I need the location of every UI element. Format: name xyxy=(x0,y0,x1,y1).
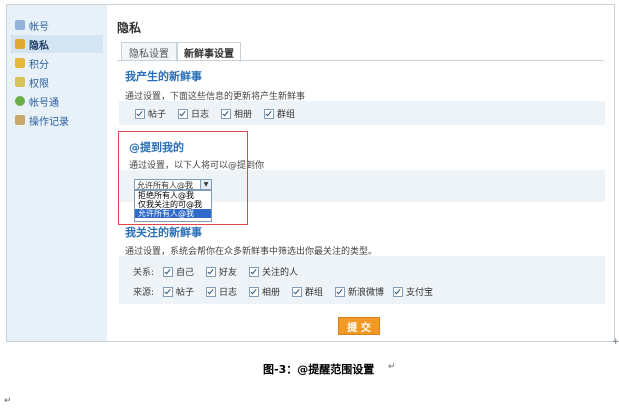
relation-label: 关系: xyxy=(133,268,155,278)
checkbox-box[interactable] xyxy=(221,108,231,119)
checkbox-source-journal[interactable]: 日志 xyxy=(206,285,237,298)
checkbox-label: 关注的人 xyxy=(262,268,299,278)
sidebar-item-permissions[interactable]: 权限 xyxy=(11,73,103,91)
lock-icon xyxy=(15,39,25,49)
paragraph-mark-icon: ↵ xyxy=(388,362,396,372)
checkbox-source-alipay[interactable]: 支付宝 xyxy=(393,285,433,298)
table-end-mark-icon: + xyxy=(612,337,619,347)
checkbox-label: 帖子 xyxy=(176,288,195,298)
checkbox-source-post[interactable]: 帖子 xyxy=(163,285,194,298)
checkbox-box[interactable] xyxy=(206,266,216,277)
checkbox-friends[interactable]: 好友 xyxy=(206,265,237,278)
section-title-mine: 我产生的新鲜事 xyxy=(125,70,202,83)
dropdown-option-reject-all[interactable]: 拒绝所有人@我 xyxy=(135,191,211,200)
sidebar-item-label: 帐号 xyxy=(29,21,49,33)
paragraph-mark-icon: ↵ xyxy=(4,396,12,406)
tab-privacy-settings[interactable]: 隐私设置 xyxy=(121,42,177,61)
sidebar-item-account-link[interactable]: 帐号通 xyxy=(11,92,103,110)
checkbox-label: 好友 xyxy=(219,268,238,278)
checkbox-label: 自己 xyxy=(176,268,195,278)
checkbox-source-album[interactable]: 相册 xyxy=(249,285,280,298)
checkbox-box[interactable] xyxy=(135,108,145,119)
sidebar-item-label: 权限 xyxy=(29,78,49,90)
page-title: 隐私 xyxy=(117,21,142,35)
checkbox-label: 日志 xyxy=(219,288,238,298)
select-value: 允许所有人@我 xyxy=(137,181,193,190)
sidebar: 帐号 隐私 积分 权限 帐号通 操作记录 xyxy=(7,5,107,341)
checkbox-label: 群组 xyxy=(305,288,324,298)
figure-caption: 图-3：@提醒范围设置 xyxy=(263,363,375,376)
checkbox-box[interactable] xyxy=(249,286,259,297)
source-label: 来源: xyxy=(133,288,155,298)
dropdown-option-allow-all[interactable]: 允许所有人@我 xyxy=(135,209,211,218)
sidebar-item-privacy[interactable]: 隐私 xyxy=(11,35,103,53)
checkbox-box[interactable] xyxy=(264,108,274,119)
checkbox-label: 新浪微博 xyxy=(348,288,385,298)
checkbox-following[interactable]: 关注的人 xyxy=(249,265,298,278)
sidebar-item-label: 隐私 xyxy=(29,40,49,52)
checkbox-source-group[interactable]: 群组 xyxy=(292,285,323,298)
sidebar-item-label: 帐号通 xyxy=(29,97,59,109)
tab-feed-settings[interactable]: 新鲜事设置 xyxy=(177,42,241,62)
sidebar-item-points[interactable]: 积分 xyxy=(11,54,103,72)
tab-divider xyxy=(117,60,604,61)
mention-scope-select[interactable]: 允许所有人@我 ▼ xyxy=(134,179,212,190)
sidebar-item-label: 操作记录 xyxy=(29,116,69,128)
checkbox-album[interactable]: 相册 xyxy=(221,107,252,120)
sidebar-item-activity-log[interactable]: 操作记录 xyxy=(11,111,103,129)
permission-icon xyxy=(15,77,25,87)
link-icon xyxy=(15,96,25,106)
section-title-follow: 我关注的新鲜事 xyxy=(125,226,202,239)
checkbox-box[interactable] xyxy=(249,266,259,277)
checkbox-box[interactable] xyxy=(163,286,173,297)
checkbox-journal[interactable]: 日志 xyxy=(178,107,209,120)
checkbox-group[interactable]: 群组 xyxy=(264,107,295,120)
checkbox-box[interactable] xyxy=(178,108,188,119)
checkbox-self[interactable]: 自己 xyxy=(163,265,194,278)
coins-icon xyxy=(15,58,25,68)
checkbox-label: 相册 xyxy=(234,110,253,120)
checkbox-label: 日志 xyxy=(191,110,210,120)
submit-button[interactable]: 提 交 xyxy=(338,317,380,335)
checkbox-label: 支付宝 xyxy=(406,288,434,298)
checkbox-box[interactable] xyxy=(206,286,216,297)
checkbox-box[interactable] xyxy=(163,266,173,277)
checkbox-label: 帖子 xyxy=(148,110,167,120)
checkbox-box[interactable] xyxy=(393,286,403,297)
checkbox-label: 群组 xyxy=(277,110,296,120)
checkbox-box[interactable] xyxy=(335,286,345,297)
sidebar-item-account[interactable]: 帐号 xyxy=(11,16,103,34)
id-card-icon xyxy=(15,20,25,30)
checkbox-label: 相册 xyxy=(262,288,281,298)
checkbox-box[interactable] xyxy=(292,286,302,297)
checkbox-source-weibo[interactable]: 新浪微博 xyxy=(335,285,384,298)
dropdown-option-following-only[interactable]: 仅我关注的可@我 xyxy=(135,200,211,209)
edit-log-icon xyxy=(15,115,25,125)
settings-window: 帐号 隐私 积分 权限 帐号通 操作记录 隐私 隐私设置 新鲜事设置 我产生的新… xyxy=(6,4,615,342)
chevron-down-icon[interactable]: ▼ xyxy=(200,180,211,189)
mention-scope-dropdown: 拒绝所有人@我 仅我关注的可@我 允许所有人@我 xyxy=(134,190,212,222)
sidebar-item-label: 积分 xyxy=(29,59,49,71)
checkbox-post[interactable]: 帖子 xyxy=(135,107,166,120)
